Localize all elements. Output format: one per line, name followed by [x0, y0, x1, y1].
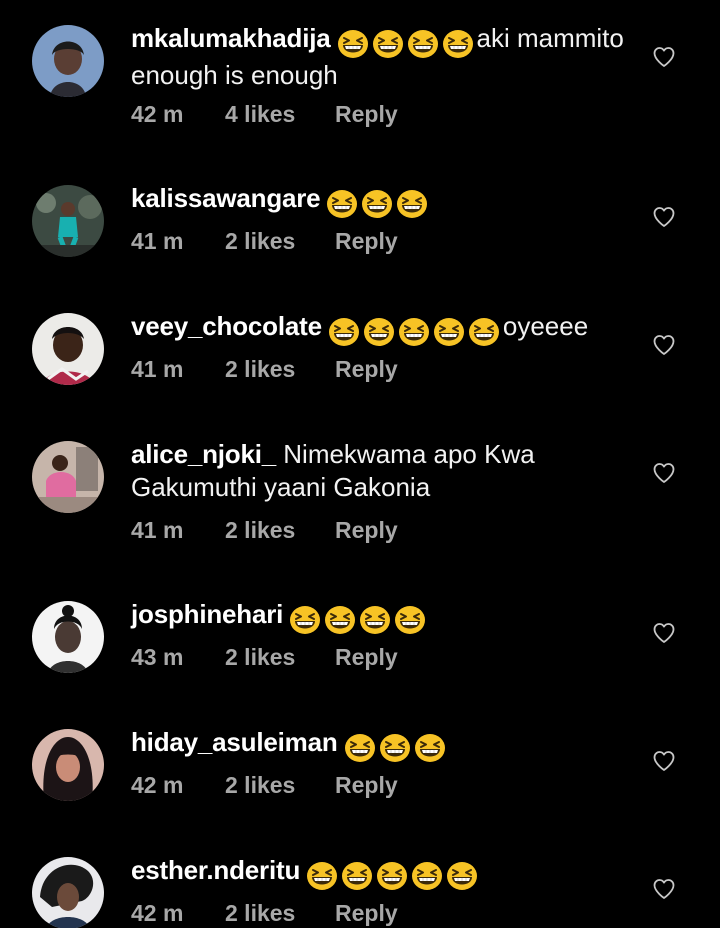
heart-outline-icon[interactable] [652, 461, 676, 485]
grinning-squinting-face-emoji [337, 29, 369, 59]
reply-button[interactable]: Reply [335, 900, 398, 927]
emoji-group [326, 186, 431, 219]
username[interactable]: veey_chocolate [131, 311, 322, 341]
username[interactable]: alice_njoki_ [131, 439, 276, 469]
timestamp: 42 m [131, 900, 184, 926]
grinning-squinting-face-emoji [363, 317, 395, 347]
comment-body: veey_chocolate oyeeee [131, 310, 631, 347]
likes-count[interactable]: 2 likes [225, 228, 295, 255]
grinning-squinting-face-emoji [446, 861, 478, 891]
emoji-group [328, 314, 503, 347]
heart-outline-icon[interactable] [652, 877, 676, 901]
reply-button[interactable]: Reply [335, 228, 398, 255]
heart-outline-icon[interactable] [652, 749, 676, 773]
heart-outline-icon[interactable] [652, 45, 676, 69]
avatar[interactable] [32, 185, 104, 257]
emoji-group [337, 26, 477, 59]
likes-count[interactable]: 2 likes [225, 356, 295, 383]
grinning-squinting-face-emoji [411, 861, 443, 891]
grinning-squinting-face-emoji [376, 861, 408, 891]
grinning-squinting-face-emoji [289, 605, 321, 635]
grinning-squinting-face-emoji [328, 317, 360, 347]
reply-button[interactable]: Reply [335, 101, 398, 128]
grinning-squinting-face-emoji [398, 317, 430, 347]
likes-count[interactable]: 2 likes [225, 772, 295, 799]
likes-count[interactable]: 2 likes [225, 644, 295, 671]
comment-body: kalissawangare [131, 182, 631, 219]
username[interactable]: kalissawangare [131, 183, 321, 213]
reply-button[interactable]: Reply [335, 517, 398, 544]
grinning-squinting-face-emoji [396, 189, 428, 219]
grinning-squinting-face-emoji [326, 189, 358, 219]
grinning-squinting-face-emoji [361, 189, 393, 219]
reply-button[interactable]: Reply [335, 356, 398, 383]
timestamp: 43 m [131, 644, 184, 670]
username[interactable]: mkalumakhadija [131, 23, 331, 53]
timestamp: 42 m [131, 101, 184, 127]
heart-outline-icon[interactable] [652, 333, 676, 357]
reply-button[interactable]: Reply [335, 644, 398, 671]
grinning-squinting-face-emoji [394, 605, 426, 635]
grinning-squinting-face-emoji [344, 733, 376, 763]
comment-body: mkalumakhadija aki mammito enough is enou… [131, 22, 631, 92]
grinning-squinting-face-emoji [324, 605, 356, 635]
username[interactable]: esther.nderitu [131, 855, 300, 885]
reply-button[interactable]: Reply [335, 772, 398, 799]
avatar[interactable] [32, 857, 104, 928]
username[interactable]: hiday_asuleiman [131, 727, 338, 757]
heart-outline-icon[interactable] [652, 621, 676, 645]
grinning-squinting-face-emoji [359, 605, 391, 635]
grinning-squinting-face-emoji [306, 861, 338, 891]
emoji-group [289, 602, 429, 635]
timestamp: 41 m [131, 517, 184, 543]
avatar[interactable] [32, 313, 104, 385]
timestamp: 42 m [131, 772, 184, 798]
avatar[interactable] [32, 25, 104, 97]
emoji-group [344, 730, 449, 763]
grinning-squinting-face-emoji [468, 317, 500, 347]
grinning-squinting-face-emoji [341, 861, 373, 891]
emoji-group [306, 858, 481, 891]
grinning-squinting-face-emoji [407, 29, 439, 59]
comment-text: oyeeee [502, 311, 589, 341]
grinning-squinting-face-emoji [414, 733, 446, 763]
avatar[interactable] [32, 441, 104, 513]
comment-body: hiday_asuleiman [131, 726, 631, 763]
likes-count[interactable]: 2 likes [225, 517, 295, 544]
comment-body: josphinehari [131, 598, 631, 635]
likes-count[interactable]: 4 likes [225, 101, 295, 128]
comment-body: esther.nderitu [131, 854, 631, 891]
grinning-squinting-face-emoji [372, 29, 404, 59]
avatar[interactable] [32, 729, 104, 801]
grinning-squinting-face-emoji [442, 29, 474, 59]
timestamp: 41 m [131, 228, 184, 254]
timestamp: 41 m [131, 356, 184, 382]
username[interactable]: josphinehari [131, 599, 283, 629]
heart-outline-icon[interactable] [652, 205, 676, 229]
avatar[interactable] [32, 601, 104, 673]
grinning-squinting-face-emoji [433, 317, 465, 347]
likes-count[interactable]: 2 likes [225, 900, 295, 927]
grinning-squinting-face-emoji [379, 733, 411, 763]
comment-body: alice_njoki_ Nimekwama apo Kwa Gakumuthi… [131, 438, 631, 504]
